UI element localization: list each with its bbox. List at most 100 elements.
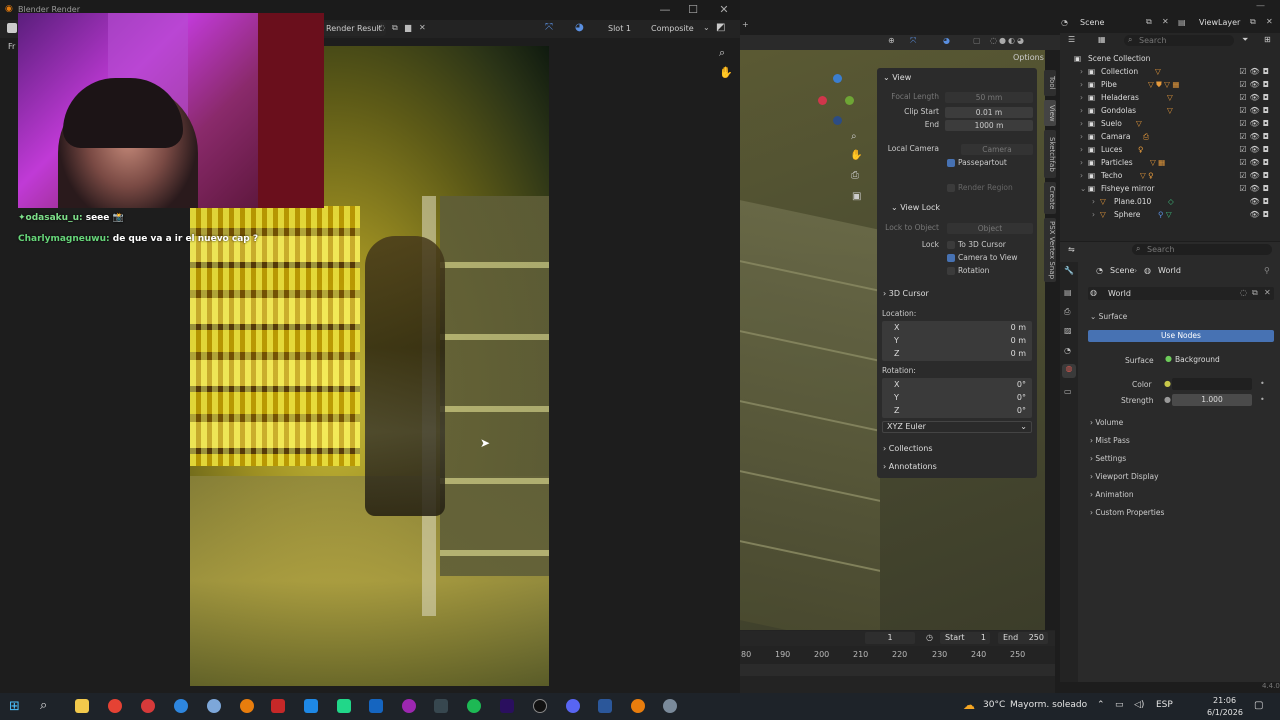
visibility-icons[interactable]: ☑👁◘ (1239, 143, 1272, 156)
strength-field[interactable]: 1.000 (1172, 394, 1252, 406)
render-region-checkbox[interactable]: Render Region (947, 183, 1013, 192)
world-tab-icon[interactable]: ◍ (1062, 364, 1076, 378)
output-tab-icon[interactable]: ⎙ (1064, 307, 1070, 317)
chevron-up-icon[interactable]: ⌃ (1097, 700, 1105, 710)
hand-pan-icon[interactable]: ✋ (850, 150, 862, 161)
clip-start-field[interactable]: 0.01 m (945, 107, 1033, 118)
outliner-row[interactable]: › ▣ Heladeras ▽ ☑👁◘ (1060, 91, 1280, 104)
pin-icon[interactable]: ⚲ (1264, 266, 1270, 275)
zoom-icon[interactable]: ⌕ (719, 46, 725, 60)
notification-icon[interactable]: ▢ (1254, 700, 1263, 711)
delete-scene-icon[interactable]: ✕ (1162, 17, 1169, 26)
panel-mist-pass[interactable]: › Mist Pass (1090, 436, 1130, 445)
outliner-editor-icon[interactable]: ☰ (1068, 35, 1075, 44)
end-frame-field[interactable]: End 250 (998, 632, 1048, 644)
panel-settings[interactable]: › Settings (1090, 454, 1126, 463)
tab-view[interactable]: View (1044, 100, 1056, 126)
outliner-search-input[interactable]: Search (1124, 35, 1234, 46)
outliner-row[interactable]: › ▣ Suelo ▽ ☑👁◘ (1060, 117, 1280, 130)
outliner-row[interactable]: › ▣ Gondolas ▽ ☑👁◘ (1060, 104, 1280, 117)
chevron-down-icon[interactable]: ⌄ (703, 23, 710, 32)
duplicate-icon[interactable]: ⧉ (392, 23, 398, 33)
scene-name[interactable]: Scene (1080, 18, 1104, 27)
visibility-icons[interactable]: ☑👁◘ (1239, 104, 1272, 117)
camera-to-view-checkbox[interactable]: Camera to View (947, 253, 1018, 262)
new-scene-icon[interactable]: ⧉ (1146, 17, 1152, 27)
overlay-icon[interactable]: ◕ (575, 22, 584, 33)
obs-icon[interactable] (533, 699, 547, 713)
word-icon[interactable] (598, 699, 612, 713)
tool-tab-icon[interactable]: 🔧 (1064, 266, 1074, 275)
pycharm-icon[interactable] (337, 699, 351, 713)
spotify-icon[interactable] (467, 699, 481, 713)
pass-select[interactable]: Composite (647, 22, 698, 36)
breadcrumb-world[interactable]: World (1158, 266, 1181, 275)
clock-time[interactable]: 21:06 (1213, 696, 1236, 705)
strength-socket-icon[interactable]: ● (1164, 395, 1171, 404)
breadcrumb-scene[interactable]: Scene (1110, 266, 1134, 275)
panel-custom-properties[interactable]: › Custom Properties (1090, 508, 1164, 517)
new-collection-icon[interactable]: ⊞ (1264, 35, 1271, 44)
annotations-header[interactable]: › Annotations (883, 462, 937, 471)
gizmo-icon[interactable]: ⤧ (545, 22, 553, 33)
weather-temp[interactable]: 30°C (983, 700, 1005, 710)
menu-clipped[interactable]: Fr (8, 42, 15, 51)
display-mode-icon[interactable]: ▦ (1098, 35, 1106, 44)
3d-cursor-header[interactable]: › 3D Cursor (883, 289, 929, 298)
tab-tool[interactable]: Tool (1044, 70, 1056, 96)
to-3d-cursor-checkbox[interactable]: To 3D Cursor (947, 240, 1006, 249)
visibility-icons[interactable]: 👁◘ (1250, 208, 1272, 221)
outliner-row[interactable]: › ▣ Particles ▽ ▦ ☑👁◘ (1060, 156, 1280, 169)
network-icon[interactable]: ▭ (1115, 700, 1124, 710)
search-icon[interactable]: ⌕ (40, 698, 47, 713)
tab-sketchfab[interactable]: Sketchfab (1044, 130, 1056, 178)
volume-icon[interactable]: ◁) (1134, 700, 1144, 710)
start-frame-field[interactable]: Start 1 (940, 632, 990, 644)
properties-editor-icon[interactable]: ⇋ (1068, 245, 1075, 254)
surface-shader-select[interactable]: ● Background (1162, 353, 1254, 365)
filter-icon[interactable]: ⏷ (1242, 35, 1248, 45)
outliner-row[interactable]: › ▣ Pibe ▽ ⛊ ▽ ▦ ☑👁◘ (1060, 78, 1280, 91)
outliner-row[interactable]: › ▽ Plane.010 ◇ 👁◘ (1060, 195, 1280, 208)
cursor-rotation-fields[interactable]: X 0° Y 0° Z 0° (882, 378, 1032, 418)
rotation-lock-checkbox[interactable]: Rotation (947, 266, 989, 275)
opera-icon[interactable] (141, 699, 155, 713)
visibility-icons[interactable]: ☑👁◘ (1239, 65, 1272, 78)
keyframe-dot-icon[interactable]: • (1260, 395, 1265, 404)
shading-mode-icons[interactable]: ◌●◐◕ (990, 36, 1026, 45)
discord-icon[interactable] (566, 699, 580, 713)
app-icon[interactable] (402, 699, 416, 713)
gizmo-toggle-icon[interactable]: ⤧ (910, 36, 916, 46)
delete-viewlayer-icon[interactable]: ✕ (1266, 17, 1273, 26)
maximize-button[interactable]: ☐ (683, 3, 703, 16)
app-icon[interactable] (663, 699, 677, 713)
visibility-icons[interactable]: ☑👁◘ (1239, 169, 1272, 182)
clock-date[interactable]: 6/1/2026 (1207, 708, 1243, 717)
viewlayer-name[interactable]: ViewLayer (1199, 18, 1240, 27)
collections-header[interactable]: › Collections (883, 444, 933, 453)
visibility-icons[interactable]: ☑👁◘ (1239, 156, 1272, 169)
folder-icon[interactable]: ▆ (405, 23, 411, 32)
panel-volume[interactable]: › Volume (1090, 418, 1123, 427)
chrome-icon[interactable] (108, 699, 122, 713)
outliner-row[interactable]: › ▣ Collection ▽ ☑👁◘ (1060, 65, 1280, 78)
add-workspace-icon[interactable]: + (742, 20, 749, 29)
after-effects-icon[interactable] (500, 699, 514, 713)
zoom-icon[interactable]: ⌕ (851, 131, 857, 142)
visibility-icons[interactable]: ☑👁◘ (1239, 91, 1272, 104)
display-channels-icon[interactable]: ◩ (716, 22, 725, 33)
blender-icon[interactable] (631, 699, 645, 713)
properties-search-input[interactable]: Search (1132, 244, 1272, 255)
davinci-icon[interactable] (434, 699, 448, 713)
minimize-button[interactable]: — (655, 3, 675, 16)
file-explorer-icon[interactable] (75, 699, 89, 713)
visibility-icons[interactable]: ☑👁◘ (1239, 78, 1272, 91)
outliner-row[interactable]: ⌄ ▣ Fisheye mirror ☑👁◘ (1060, 182, 1280, 195)
use-nodes-button[interactable]: Use Nodes (1088, 330, 1274, 342)
weather-text[interactable]: Mayorm. soleado (1010, 700, 1087, 710)
panel-animation[interactable]: › Animation (1090, 490, 1134, 499)
minimize-button[interactable]: — (1256, 1, 1265, 11)
shield-icon[interactable]: ◌ (378, 23, 385, 32)
surface-header[interactable]: ⌄ Surface (1090, 312, 1127, 321)
navigation-gizmo[interactable] (815, 72, 860, 127)
